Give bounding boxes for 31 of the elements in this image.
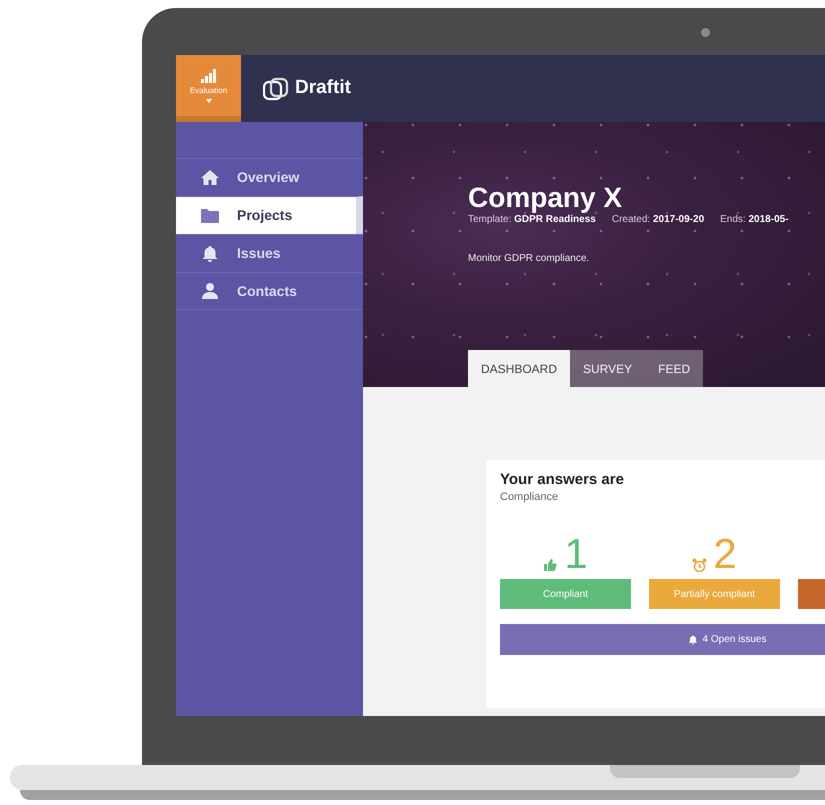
stat-count: 1 — [564, 533, 588, 575]
home-icon — [201, 168, 219, 186]
project-title: Company X — [468, 184, 624, 212]
logo-icon — [263, 76, 289, 100]
bell-icon — [201, 244, 219, 262]
tab[interactable]: DASHBOARD — [468, 350, 570, 387]
sidebar-item[interactable]: Contacts — [176, 272, 363, 310]
project-meta: Template: GDPR Readiness — [468, 213, 596, 227]
bar-chart-icon — [200, 68, 216, 82]
sidebar-item[interactable]: Issues — [176, 234, 363, 272]
logo-text: Draftit — [295, 76, 351, 100]
card-subtitle: Compliance — [500, 490, 560, 504]
open-issues-button[interactable]: 4 Open issues — [500, 624, 825, 655]
evaluation-button[interactable]: Evaluation — [176, 55, 241, 122]
stat-count: 2 — [713, 533, 737, 575]
camera-icon — [701, 28, 710, 37]
tab[interactable]: FEED — [645, 350, 704, 387]
caret-icon — [206, 98, 212, 102]
project-description: Monitor GDPR compliance. — [468, 252, 590, 266]
project-meta: Created: 2017-09-20 — [612, 213, 704, 227]
person-icon — [201, 282, 219, 300]
project-meta: Ends: 2018-05- — [720, 213, 789, 227]
bell-icon — [688, 634, 698, 644]
status-bar: Partially compliant — [649, 579, 780, 609]
alarm-clock-icon — [692, 558, 708, 572]
sidebar-item[interactable]: Projects — [176, 196, 363, 234]
card-title: Your answers are — [500, 472, 625, 488]
status-bar: Compliant — [500, 579, 631, 609]
thumbs-up-icon — [543, 558, 558, 572]
tab[interactable]: SURVEY — [570, 350, 646, 387]
folder-icon — [201, 206, 219, 224]
